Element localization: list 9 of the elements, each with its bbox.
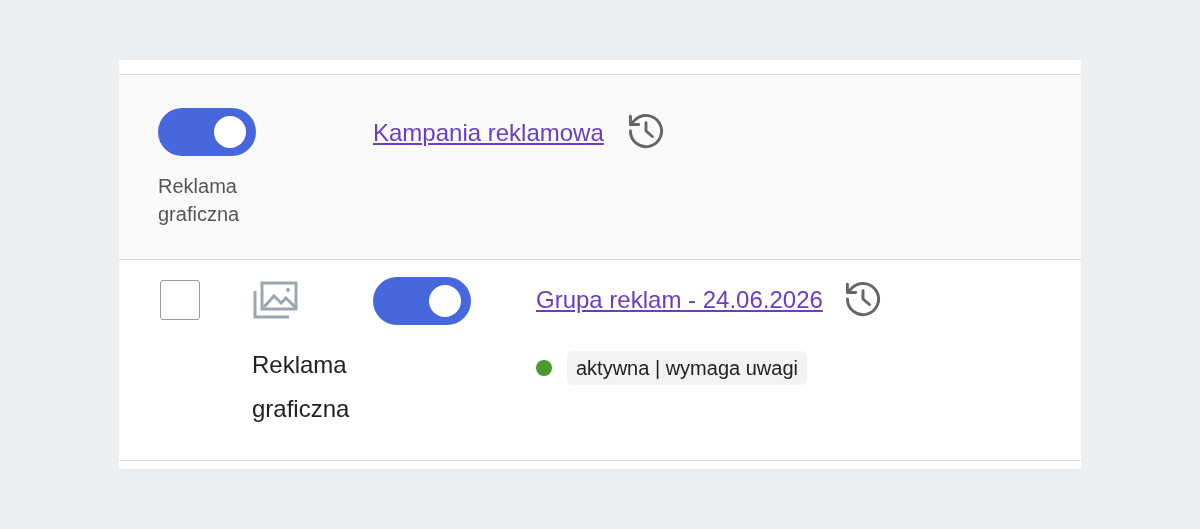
- ad-type-label: Reklama graficzna: [158, 174, 241, 227]
- toggle-switch[interactable]: [373, 277, 471, 325]
- ad-group-link[interactable]: Grupa reklam - 24.06.2026: [536, 282, 823, 318]
- status-label: aktywna | wymaga uwagi: [567, 351, 807, 385]
- campaign-link[interactable]: Kampania reklamowa: [373, 115, 604, 151]
- ad-type-label: Reklama graficzna: [252, 350, 351, 424]
- checkbox[interactable]: [160, 280, 200, 320]
- toggle-switch[interactable]: [158, 108, 256, 156]
- image-icon: [252, 281, 298, 319]
